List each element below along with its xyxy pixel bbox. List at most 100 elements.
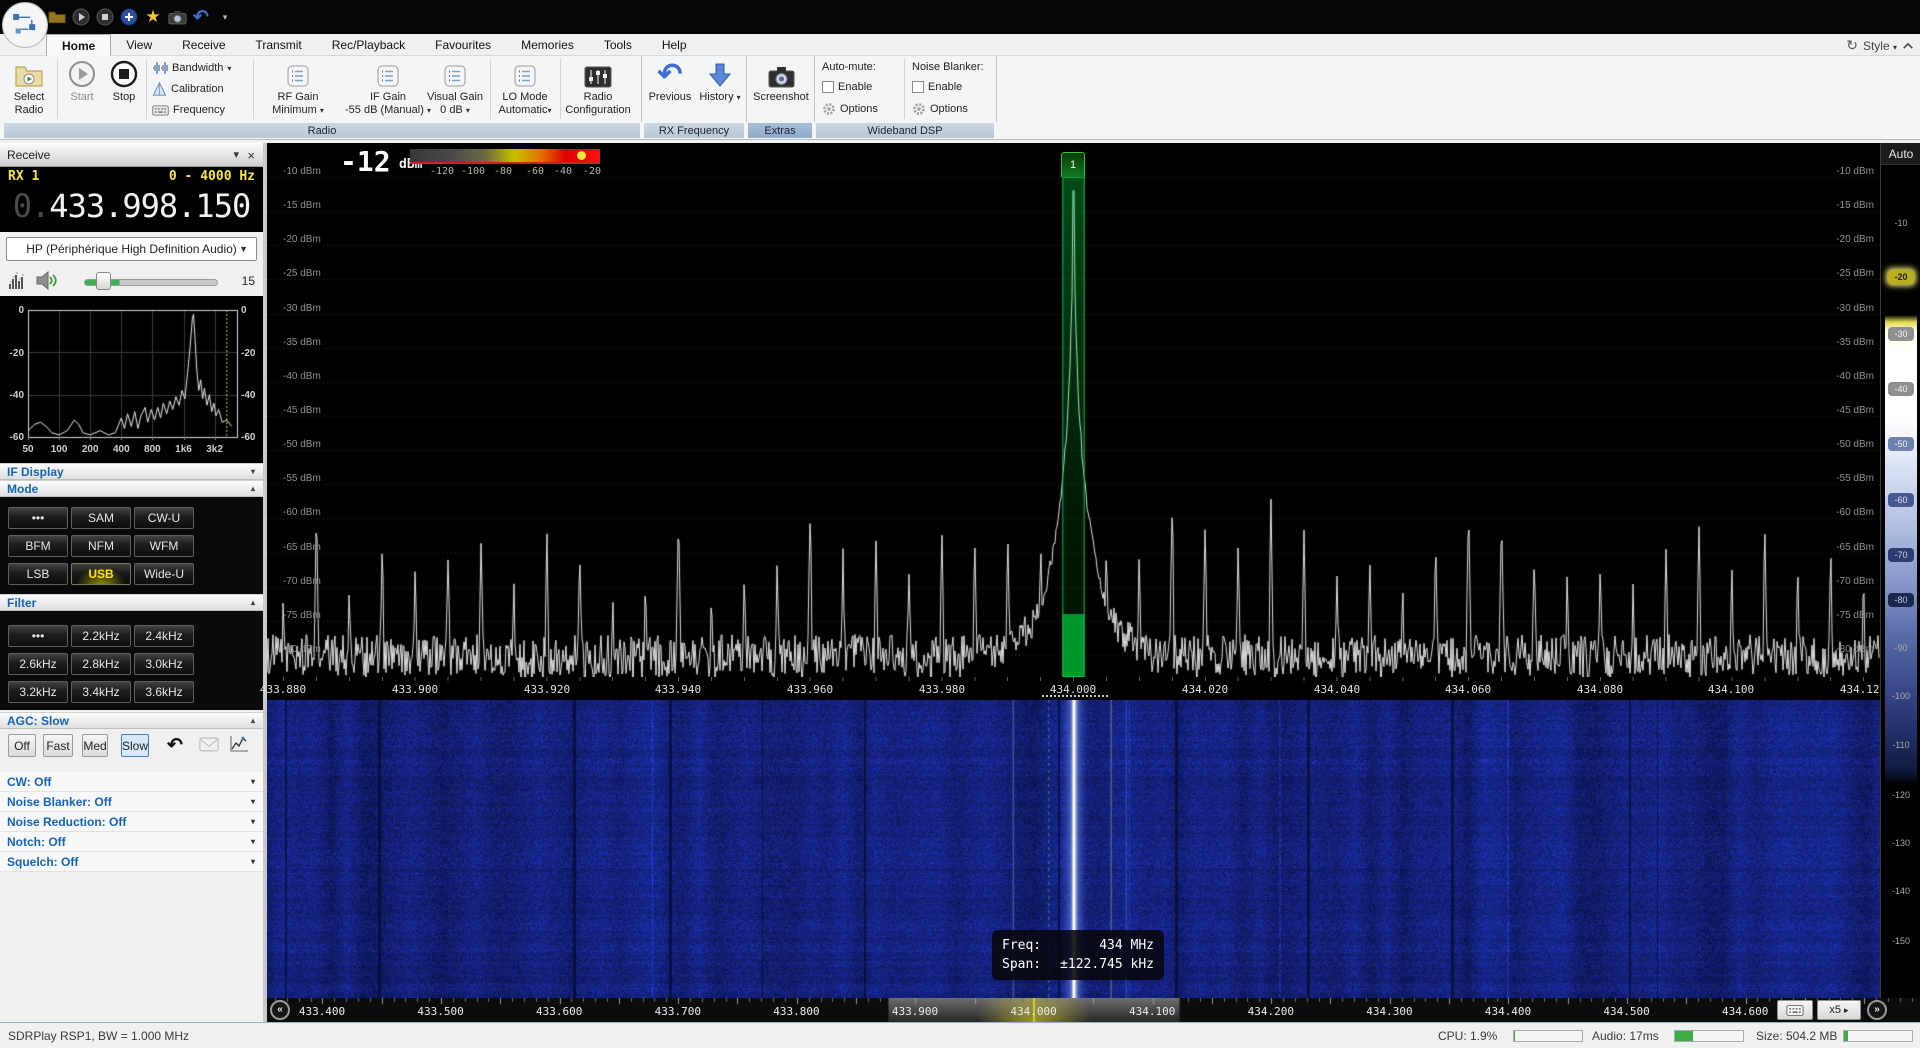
section-squelch[interactable]: Squelch: Off▾ xyxy=(0,852,263,872)
section-cw[interactable]: CW: Off▾ xyxy=(0,772,263,792)
section-noise-reduction[interactable]: Noise Reduction: Off▾ xyxy=(0,812,263,832)
navigator-right-button[interactable]: » xyxy=(1867,1000,1887,1020)
noise-blanker-options-button[interactable]: Options xyxy=(912,99,968,119)
start-icon[interactable] xyxy=(70,6,92,28)
open-folder-icon[interactable] xyxy=(46,6,68,28)
audio-spectrum-chart[interactable] xyxy=(0,296,263,463)
navigator-zoom-button[interactable]: x5▸ xyxy=(1817,1000,1861,1020)
navigator-left-button[interactable]: « xyxy=(270,1000,290,1020)
mode-button-bfm[interactable]: BFM xyxy=(8,535,68,557)
tab-rec-playback[interactable]: Rec/Playback xyxy=(317,34,420,56)
mode-button-wide-u[interactable]: Wide-U xyxy=(134,563,194,585)
mode-button-usb[interactable]: USB xyxy=(71,563,131,585)
stop-button[interactable]: Stop xyxy=(104,56,144,122)
frequency-label: 434.080 xyxy=(1577,683,1623,696)
scale-auto-label[interactable]: Auto xyxy=(1881,143,1920,165)
visual-gain-button[interactable]: Visual Gain0 dB ▾ xyxy=(424,56,486,122)
waterfall-navigator[interactable]: 433.400433.500433.600433.700433.800433.9… xyxy=(267,998,1920,1022)
select-radio-icon xyxy=(4,56,54,88)
tab-receive[interactable]: Receive xyxy=(167,34,240,56)
agc-undo-icon[interactable]: ↶ xyxy=(167,734,183,757)
panel-close-icon[interactable]: × xyxy=(247,148,255,163)
mode-button-sam[interactable]: SAM xyxy=(71,507,131,529)
refresh-icon[interactable]: ↻ xyxy=(1846,37,1858,54)
screenshot-button[interactable]: Screenshot xyxy=(752,56,810,122)
amplitude-colour-scale[interactable] xyxy=(410,149,600,162)
tab-favourites[interactable]: Favourites xyxy=(420,34,506,56)
automute-enable-checkbox[interactable]: Enable xyxy=(822,77,872,97)
mode-button-cw-u[interactable]: CW-U xyxy=(134,507,194,529)
rf-spectrum-chart[interactable] xyxy=(267,143,1880,677)
mode-header[interactable]: Mode▴ xyxy=(0,480,263,497)
section-notch[interactable]: Notch: Off▾ xyxy=(0,832,263,852)
rx-band-underline xyxy=(1042,695,1108,697)
more-icon[interactable]: ▾ xyxy=(214,6,236,28)
collapse-ribbon-icon[interactable] xyxy=(1902,42,1914,50)
frequency-button[interactable]: Frequency xyxy=(152,100,225,120)
filter-button-2-2khz[interactable]: 2.2kHz xyxy=(71,625,131,647)
filter-button-2-6khz[interactable]: 2.6kHz xyxy=(8,653,68,675)
rx-marker-tab[interactable]: 1 xyxy=(1061,152,1085,177)
rf-gain-button[interactable]: RF GainMinimum ▾ xyxy=(258,56,338,122)
tab-memories[interactable]: Memories xyxy=(506,34,589,56)
equalizer-icon[interactable] xyxy=(8,272,26,294)
radio-configuration-button[interactable]: RadioConfiguration xyxy=(556,56,640,122)
agc-button-off[interactable]: Off xyxy=(8,734,36,757)
audio-x-label: 200 xyxy=(80,444,100,455)
camera-icon[interactable] xyxy=(166,6,188,28)
filter-header[interactable]: Filter▴ xyxy=(0,594,263,611)
filter-button-2-4khz[interactable]: 2.4kHz xyxy=(134,625,194,647)
filter-button-3-6khz[interactable]: 3.6kHz xyxy=(134,681,194,703)
amplitude-scale-marker[interactable] xyxy=(577,151,586,160)
speaker-icon[interactable] xyxy=(36,271,58,295)
bandwidth-button[interactable]: Bandwidth▾ xyxy=(152,58,231,78)
audio-device-select[interactable]: HP (Périphérique High Definition Audio)▼ xyxy=(6,237,257,261)
app-menu-button[interactable] xyxy=(2,2,48,48)
mode-button--[interactable]: ••• xyxy=(8,507,68,529)
agc-header[interactable]: AGC: Slow▴ xyxy=(0,712,263,729)
noise-blanker-enable-checkbox[interactable]: Enable xyxy=(912,77,962,97)
agc-graph-icon[interactable] xyxy=(229,735,249,758)
stop-icon[interactable] xyxy=(94,6,116,28)
style-control: ↻ Style ▾ xyxy=(1846,37,1914,54)
favourite-icon[interactable]: ★ xyxy=(142,6,164,28)
section-noise-blanker[interactable]: Noise Blanker: Off▾ xyxy=(0,792,263,812)
mode-button-lsb[interactable]: LSB xyxy=(8,563,68,585)
previous-button[interactable]: ↶ Previous xyxy=(646,56,694,122)
tab-tools[interactable]: Tools xyxy=(589,34,647,56)
if-gain-button[interactable]: IF Gain-55 dB (Manual) ▾ xyxy=(340,56,436,122)
tab-help[interactable]: Help xyxy=(647,34,702,56)
filter-button-3-0khz[interactable]: 3.0kHz xyxy=(134,653,194,675)
navigator-keyboard-button[interactable] xyxy=(1777,1000,1813,1020)
mode-button-nfm[interactable]: NFM xyxy=(71,535,131,557)
agc-button-med[interactable]: Med xyxy=(82,734,108,757)
lo-mode-button[interactable]: LO ModeAutomatic▾ xyxy=(494,56,556,122)
agc-button-fast[interactable]: Fast xyxy=(43,734,73,757)
calibration-button[interactable]: Calibration xyxy=(152,79,224,99)
if-display-header[interactable]: IF Display▾ xyxy=(0,463,263,480)
start-button[interactable]: Start xyxy=(61,56,103,122)
add-icon[interactable] xyxy=(118,6,140,28)
agc-envelope-icon[interactable] xyxy=(199,737,219,757)
filter-button-2-8khz[interactable]: 2.8kHz xyxy=(71,653,131,675)
tab-home[interactable]: Home xyxy=(46,34,111,56)
tab-view[interactable]: View xyxy=(111,34,167,56)
receive-panel-header[interactable]: Receive ▾ × xyxy=(0,143,263,167)
filter-button-3-2khz[interactable]: 3.2kHz xyxy=(8,681,68,703)
undo-icon[interactable]: ↶ xyxy=(190,6,212,28)
agc-button-slow[interactable]: Slow xyxy=(121,734,149,757)
navigator-label: 434.600 xyxy=(1722,1005,1768,1018)
automute-options-button[interactable]: Options xyxy=(822,99,878,119)
frequency-display[interactable]: 0.433.998.150 xyxy=(0,187,263,225)
filter-button-3-4khz[interactable]: 3.4kHz xyxy=(71,681,131,703)
amplitude-range-scale[interactable]: Auto -10-20-30-40-50-60-70-80-90-100-110… xyxy=(1880,143,1920,998)
mode-button-wfm[interactable]: WFM xyxy=(134,535,194,557)
volume-slider-thumb[interactable] xyxy=(96,272,111,290)
style-button[interactable]: Style ▾ xyxy=(1863,39,1897,53)
select-radio-button[interactable]: SelectRadio xyxy=(4,56,54,122)
filter-button--[interactable]: ••• xyxy=(8,625,68,647)
history-button[interactable]: History ▾ xyxy=(696,56,744,122)
panel-dropdown-icon[interactable]: ▾ xyxy=(233,148,239,161)
db-label-right: -60 dBm xyxy=(1836,507,1874,518)
tab-transmit[interactable]: Transmit xyxy=(241,34,317,56)
